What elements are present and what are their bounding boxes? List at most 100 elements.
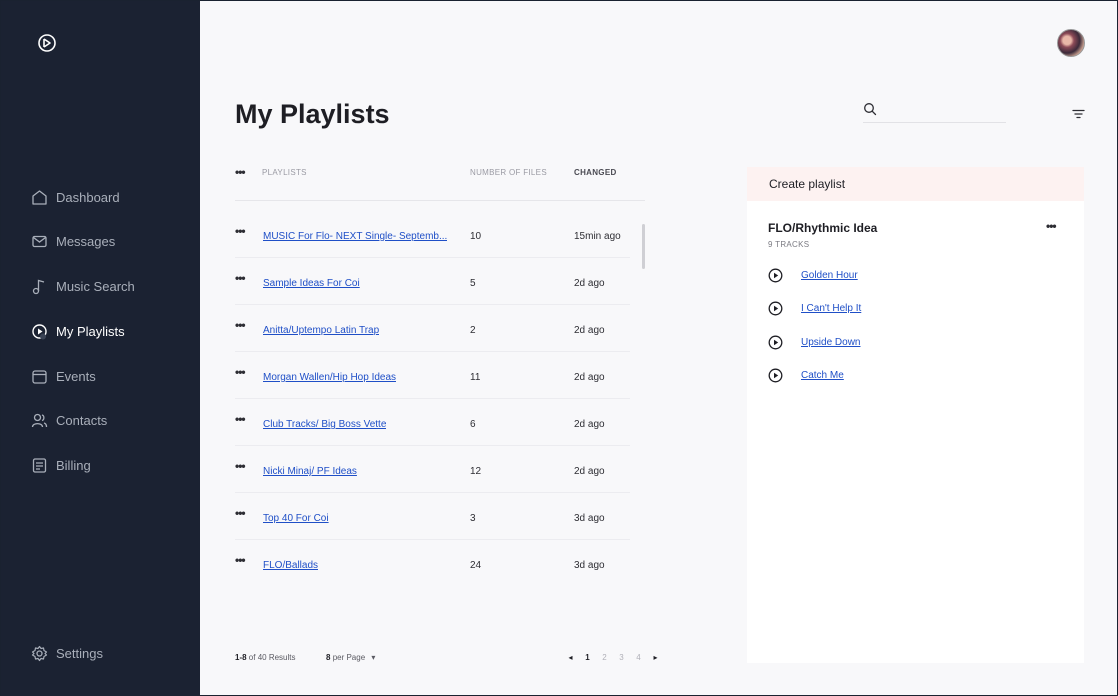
music-note-icon [31,278,48,295]
pager: ◂ 1 2 3 4 ▸ [562,653,664,662]
avatar[interactable] [1057,29,1085,57]
changed-time: 2d ago [574,419,605,430]
file-count: 6 [470,419,476,430]
page-button-1[interactable]: 1 [579,653,596,662]
per-page-label: per Page [332,653,366,662]
play-icon[interactable] [768,368,783,383]
track-link[interactable]: Upside Down [801,337,860,348]
table-row: ••• Anitta/Uptempo Latin Trap 2 2d ago [235,305,630,352]
track-item: Catch Me [768,367,844,383]
track-item: Golden Hour [768,267,858,283]
changed-time: 3d ago [574,513,605,524]
results-range: 1-8 [235,653,247,662]
changed-time: 2d ago [574,278,605,289]
row-more-icon[interactable]: ••• [235,507,246,519]
file-count: 2 [470,325,476,336]
receipt-icon [31,457,48,474]
sidebar-item-label: My Playlists [56,323,125,339]
search-input[interactable] [883,101,1003,121]
changed-time: 15min ago [574,231,621,242]
page-button-3[interactable]: 3 [613,653,630,662]
search-icon[interactable] [863,102,877,116]
sidebar: Dashboard Messages Music Search My Playl… [1,1,200,696]
playlist-link[interactable]: FLO/Ballads [263,560,318,571]
row-more-icon[interactable]: ••• [235,413,246,425]
sidebar-item-contacts[interactable]: Contacts [31,408,107,432]
prev-page-button[interactable]: ◂ [562,653,579,662]
sidebar-item-label: Contacts [56,412,108,428]
play-icon[interactable] [768,268,783,283]
playlist-link[interactable]: Nicki Minaj/ PF Ideas [263,466,357,477]
next-page-button[interactable]: ▸ [647,653,664,662]
playlist-link[interactable]: MUSIC For Flo- NEXT Single- Septemb... [263,231,447,242]
playlist-link[interactable]: Morgan Wallen/Hip Hop Ideas [263,372,396,383]
column-header-changed[interactable]: CHANGED [574,168,617,177]
file-count: 11 [470,372,481,383]
sidebar-item-events[interactable]: Events [31,364,96,388]
logo-icon[interactable] [37,33,57,53]
sidebar-item-music-search[interactable]: Music Search [31,274,135,298]
playlist-link[interactable]: Top 40 For Coi [263,513,329,524]
file-count: 5 [470,278,476,289]
per-page-select[interactable]: 8 per Page ▾ [326,653,375,662]
playlist-link[interactable]: Club Tracks/ Big Boss Vette [263,419,386,430]
playlist-detail-panel: FLO/Rhythmic Idea 9 TRACKS ••• Golden Ho… [747,201,1084,663]
create-playlist-button[interactable]: Create playlist [747,167,1084,201]
panel-more-icon[interactable]: ••• [1046,220,1057,232]
row-more-icon[interactable]: ••• [235,225,246,237]
track-item: Upside Down [768,334,860,350]
sidebar-item-billing[interactable]: Billing [31,453,91,477]
table-row: ••• Nicki Minaj/ PF Ideas 12 2d ago [235,446,630,493]
row-more-icon[interactable]: ••• [235,554,246,566]
play-icon[interactable] [768,301,783,316]
play-circle-icon [31,323,48,340]
sidebar-item-label: Events [56,368,96,384]
caret-down-icon: ▾ [371,653,376,662]
playlist-title: FLO/Rhythmic Idea [768,221,878,235]
mail-icon [31,233,48,250]
page-button-2[interactable]: 2 [596,653,613,662]
sidebar-item-settings[interactable]: Settings [31,641,103,665]
search-bar [863,101,1006,123]
column-header-playlists[interactable]: PLAYLISTS [262,168,307,177]
calendar-icon [31,368,48,385]
header-more-icon[interactable]: ••• [235,166,246,178]
table-row: ••• Morgan Wallen/Hip Hop Ideas 11 2d ag… [235,352,630,399]
row-more-icon[interactable]: ••• [235,460,246,472]
results-summary: 1-8 of 40 Results [235,653,296,662]
track-link[interactable]: Catch Me [801,370,844,381]
sidebar-item-my-playlists[interactable]: My Playlists [31,319,125,343]
sidebar-item-dashboard[interactable]: Dashboard [31,185,120,209]
sidebar-item-label: Dashboard [56,189,120,205]
table-scrollbar[interactable] [642,224,645,269]
playlist-link[interactable]: Anitta/Uptempo Latin Trap [263,325,379,336]
page-button-4[interactable]: 4 [630,653,647,662]
settings-label: Settings [56,645,103,661]
row-more-icon[interactable]: ••• [235,319,246,331]
pagination-footer: 1-8 of 40 Results 8 per Page ▾ ◂ 1 2 3 4… [235,653,658,667]
file-count: 12 [470,466,482,477]
create-playlist-label: Create playlist [769,177,846,191]
app-frame: Dashboard Messages Music Search My Playl… [0,0,1118,696]
file-count: 3 [470,513,476,524]
track-item: I Can't Help It [768,300,861,316]
table-header: ••• PLAYLISTS NUMBER OF FILES CHANGED [235,159,645,201]
home-icon [31,189,48,206]
table-row: ••• Sample Ideas For Coi 5 2d ago [235,258,630,305]
table-row: ••• MUSIC For Flo- NEXT Single- Septemb.… [235,211,630,258]
changed-time: 3d ago [574,560,605,571]
filter-icon[interactable] [1072,109,1085,119]
playlist-link[interactable]: Sample Ideas For Coi [263,278,360,289]
per-page-value: 8 [326,653,331,662]
column-header-files[interactable]: NUMBER OF FILES [470,168,547,177]
row-more-icon[interactable]: ••• [235,366,246,378]
sidebar-item-messages[interactable]: Messages [31,229,115,253]
users-icon [31,412,48,429]
row-more-icon[interactable]: ••• [235,272,246,284]
track-link[interactable]: I Can't Help It [801,303,861,314]
page-title: My Playlists [235,99,390,129]
track-link[interactable]: Golden Hour [801,270,858,281]
track-count: 9 TRACKS [768,240,810,249]
play-icon[interactable] [768,335,783,350]
changed-time: 2d ago [574,325,605,336]
